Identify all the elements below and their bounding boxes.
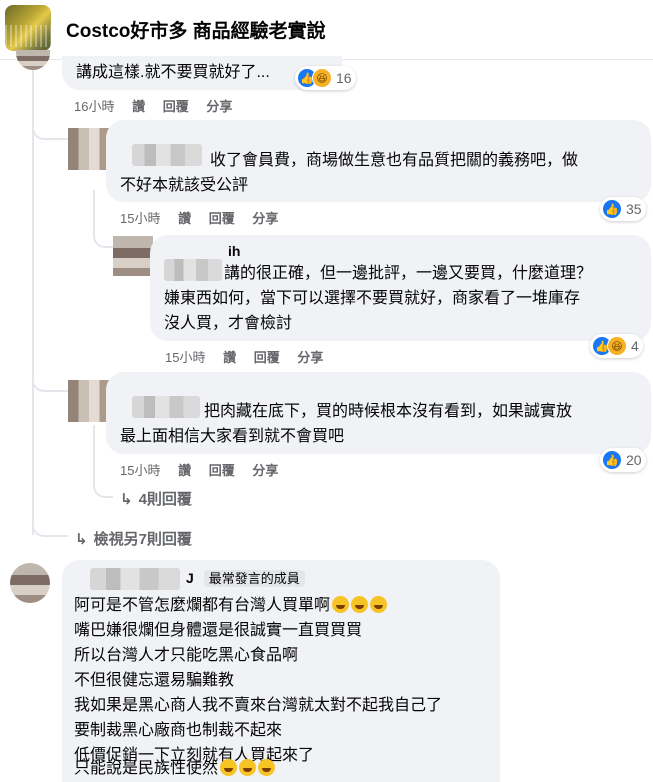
commenter-name-blurred	[164, 259, 222, 281]
comment-text: 沒人買，才會檢討	[164, 315, 293, 332]
comment-bubble: ih 講的很正確，但一邊批評，一邊又要買，什麼道理？ 嫌東西如何，當下可以選擇不…	[150, 235, 651, 341]
commenter-avatar[interactable]	[68, 128, 110, 170]
laughing-emoji-icon	[370, 596, 388, 613]
comment-text: 講的很正確，但一邊批評，一邊又要買，什麼道理？	[224, 265, 593, 282]
like-icon: 👍	[602, 199, 622, 219]
thread-connector	[32, 370, 68, 392]
commenter-name-row: J 最常發言的成員	[186, 568, 305, 587]
share-button[interactable]: 分享	[252, 211, 278, 226]
haha-icon: 😆	[607, 336, 627, 356]
reaction-summary[interactable]: 👍 😆 4	[590, 334, 643, 358]
comment-text: 阿可是不管怎麼爛都有台灣人買單啊	[74, 593, 388, 618]
like-button[interactable]: 讚	[178, 211, 191, 226]
like-button[interactable]: 讚	[132, 99, 145, 114]
commenter-name-blurred	[132, 396, 200, 418]
group-avatar[interactable]	[5, 5, 51, 51]
reaction-count: 20	[626, 452, 642, 468]
comment-line: 嘴巴嫌很爛但身體還是很誠實一直買買買	[74, 622, 363, 639]
comment-text: 不好本就該受公評	[120, 177, 249, 194]
reply-button[interactable]: 回覆	[209, 211, 235, 226]
rofl-emoji-icon	[258, 759, 276, 776]
group-title[interactable]: Costco好市多 商品經驗老實說	[66, 16, 326, 43]
comment-time[interactable]: 15小時	[120, 463, 160, 478]
comment-bubble: 收了會員費，商場做生意也有品質把關的義務吧，做 不好本就該受公評	[106, 120, 651, 202]
comment-meta: 15小時 讚 回覆 分享	[120, 208, 292, 227]
rofl-emoji-icon	[220, 759, 238, 776]
group-header: Costco好市多 商品經驗老實說	[0, 0, 653, 60]
commenter-avatar[interactable]	[68, 380, 110, 422]
comment-text: 收了會員費，商場做生意也有品質把關的義務吧，做	[210, 152, 579, 169]
reply-button[interactable]: 回覆	[163, 99, 189, 114]
reaction-summary[interactable]: 👍 35	[600, 197, 646, 221]
view-more-replies-link[interactable]: ↳ 檢視另7則回覆	[75, 528, 192, 549]
reply-arrow-icon: ↳	[75, 531, 88, 548]
commenter-name[interactable]: J	[186, 570, 194, 586]
thread-connector	[32, 120, 68, 140]
reaction-summary[interactable]: 👍 😆 16	[295, 66, 356, 90]
view-more-label: 檢視另7則回覆	[93, 531, 192, 548]
thread-line	[93, 425, 95, 485]
share-button[interactable]: 分享	[297, 350, 323, 365]
haha-icon: 😆	[312, 68, 332, 88]
comment-text: 講成這樣.就不要買就好了...	[76, 64, 270, 81]
commenter-name-blurred	[90, 568, 180, 590]
laughing-emoji-icon	[332, 596, 350, 613]
comment-meta: 15小時 讚 回覆 分享	[120, 460, 292, 479]
comment-time[interactable]: 16小時	[74, 99, 114, 114]
comment-text: 最上面相信大家看到就不會買吧	[120, 428, 345, 445]
reaction-count: 35	[626, 201, 642, 217]
comment-bubble: 把肉藏在底下，買的時候根本沒有看到，如果誠實放 最上面相信大家看到就不會買吧	[106, 372, 651, 454]
commenter-name-blurred	[132, 144, 202, 166]
top-contributor-badge: 最常發言的成員	[203, 570, 305, 587]
thread-connector	[32, 515, 68, 537]
reaction-count: 16	[336, 70, 352, 86]
thread-connector	[93, 228, 113, 248]
reaction-count: 4	[631, 338, 639, 354]
comment-bubble: J 最常發言的成員 阿可是不管怎麼爛都有台灣人買單啊 嘴巴嫌很爛但身體還是很誠實…	[62, 560, 500, 782]
comment-meta: 16小時 讚 回覆 分享	[74, 96, 246, 115]
comment-time[interactable]: 15小時	[165, 350, 205, 365]
share-button[interactable]: 分享	[252, 463, 278, 478]
comment-line: 所以台灣人才只能吃黑心食品啊	[74, 647, 299, 664]
like-icon: 👍	[602, 450, 622, 470]
comment-line: 要制裁黑心廠商也制裁不起來	[74, 722, 283, 739]
commenter-avatar[interactable]	[16, 50, 50, 70]
comment-line: 阿可是不管怎麼爛都有台灣人買單啊	[74, 597, 331, 614]
comment-meta: 15小時 讚 回覆 分享	[165, 347, 337, 366]
comment-text: 把肉藏在底下，買的時候根本沒有看到，如果誠實放	[204, 403, 573, 420]
reply-arrow-icon: ↳	[120, 491, 133, 508]
comment-time[interactable]: 15小時	[120, 211, 160, 226]
reaction-summary[interactable]: 👍 20	[600, 448, 646, 472]
like-button[interactable]: 讚	[178, 463, 191, 478]
reply-button[interactable]: 回覆	[209, 463, 235, 478]
comment-text: 只能說是民族性使然	[74, 756, 276, 781]
commenter-avatar[interactable]	[10, 563, 50, 603]
comment-text: 嫌東西如何，當下可以選擇不要買就好，商家看了一堆庫存	[164, 290, 581, 307]
rofl-emoji-icon	[239, 759, 257, 776]
laughing-emoji-icon	[351, 596, 369, 613]
commenter-avatar[interactable]	[113, 236, 153, 276]
view-replies-label: 4則回覆	[138, 491, 192, 508]
commenter-name[interactable]: ih	[228, 243, 240, 259]
comment-line: 我如果是黑心商人我不賣來台灣就太對不起我自己了	[74, 697, 443, 714]
like-button[interactable]: 讚	[223, 350, 236, 365]
reply-button[interactable]: 回覆	[254, 350, 280, 365]
view-replies-link[interactable]: ↳ 4則回覆	[120, 488, 192, 509]
comment-line: 不但很健忘還易騙難教	[74, 672, 235, 689]
comment-line: 只能說是民族性使然	[74, 760, 219, 777]
thread-connector	[93, 478, 113, 498]
share-button[interactable]: 分享	[206, 99, 232, 114]
